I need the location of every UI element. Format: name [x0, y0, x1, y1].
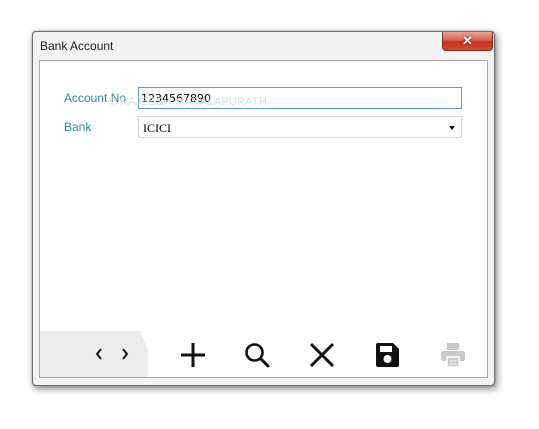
close-icon: ✕: [462, 33, 473, 48]
delete-icon: [309, 342, 335, 368]
chevron-right-icon: [122, 348, 129, 360]
form-area: Account No © RAJEESH MANALAPURATH Bank I…: [39, 60, 488, 378]
previous-button[interactable]: [90, 343, 108, 365]
bank-account-window: Bank Account ✕ Account No © RAJEESH MANA…: [32, 31, 495, 386]
next-button[interactable]: [116, 343, 134, 365]
save-button[interactable]: [372, 340, 402, 370]
bank-label: Bank: [64, 120, 92, 134]
delete-button[interactable]: [307, 340, 337, 370]
bank-select[interactable]: ICICI: [138, 116, 462, 138]
add-button[interactable]: [178, 340, 208, 370]
add-icon: [181, 343, 205, 367]
search-button[interactable]: [242, 340, 272, 370]
title-bar[interactable]: Bank Account ✕: [33, 32, 494, 60]
bank-select-value: ICICI: [143, 121, 171, 135]
save-icon: [376, 343, 399, 367]
chevron-down-icon: [449, 126, 455, 130]
print-icon: [441, 343, 465, 368]
close-button[interactable]: ✕: [442, 32, 493, 51]
print-button[interactable]: [438, 340, 468, 370]
account-no-label: Account No: [64, 91, 127, 105]
chevron-left-icon: [95, 348, 102, 360]
window-title: Bank Account: [40, 39, 114, 53]
toolbar: [40, 331, 487, 377]
account-no-input[interactable]: [138, 87, 462, 109]
search-icon: [245, 343, 270, 368]
